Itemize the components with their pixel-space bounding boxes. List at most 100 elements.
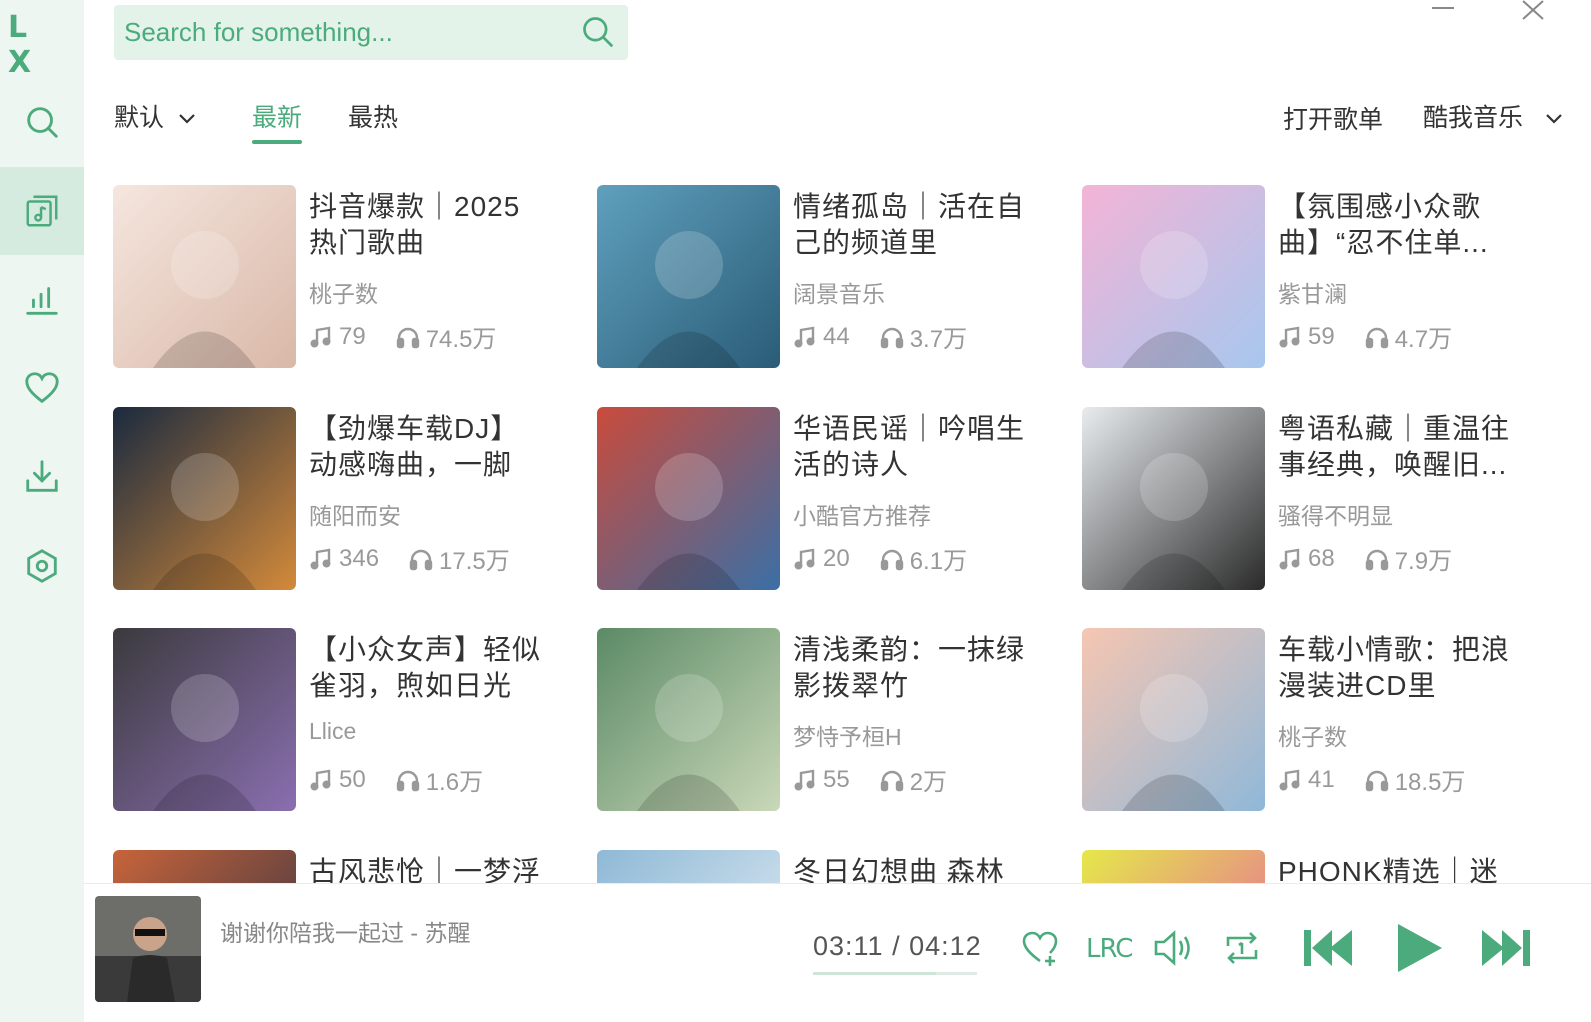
- playback-time: 03:11 / 04:12: [813, 931, 982, 961]
- sidebar-item-download[interactable]: [0, 433, 84, 521]
- playlist-card[interactable]: 冬日幻想曲 森林憧: [597, 850, 1057, 883]
- headphones-icon: [1365, 770, 1388, 791]
- playlist-card[interactable]: 车载小情歌：把浪漫装进CD里 桃子数 41 18.5万: [1082, 628, 1542, 812]
- tab-latest[interactable]: 最新: [252, 98, 303, 144]
- playlist-cover[interactable]: [113, 850, 296, 883]
- search-icon[interactable]: [580, 14, 616, 50]
- headphones-icon: [1365, 549, 1388, 570]
- playlist-card[interactable]: 情绪孤岛｜活在自己的频道里阔景音乐 44 3.7万: [597, 185, 1057, 369]
- progress-bar[interactable]: [813, 972, 977, 975]
- music-note-icon: [310, 326, 331, 347]
- play-count: 4.7万: [1394, 326, 1453, 353]
- playlist-card[interactable]: 古风悲怆｜一梦浮: [113, 850, 573, 883]
- playlist-title: 清浅柔韵：一抹绿影拨翠竹: [793, 634, 1026, 701]
- app-logo: L X: [8, 10, 42, 80]
- playlist-card[interactable]: 抖音爆款｜2025热门歌曲 桃子数 79 74.5万: [113, 185, 573, 369]
- playlist-cover[interactable]: [597, 407, 780, 590]
- play-count: 7.9万: [1394, 548, 1453, 575]
- search-input[interactable]: [124, 17, 564, 48]
- source-dropdown[interactable]: 酷我音乐: [1423, 98, 1564, 134]
- heart-add-icon[interactable]: [1020, 928, 1060, 968]
- music-note-icon: [310, 769, 331, 790]
- song-count: 44: [823, 322, 850, 350]
- playlist-cover[interactable]: [113, 628, 296, 811]
- close-icon[interactable]: [1514, 0, 1554, 30]
- playlist-stats: 346 17.5万: [309, 541, 540, 578]
- playlist-stats: 20 6.1万: [793, 541, 997, 578]
- next-icon[interactable]: [1478, 924, 1534, 972]
- playlist-card[interactable]: 【小众女声】轻似雀羽，煦如日光 Llice 50 1.6万: [113, 628, 573, 812]
- repeat-one-icon[interactable]: [1222, 928, 1262, 968]
- playlist-cover[interactable]: [1082, 407, 1265, 590]
- headphones-icon: [880, 770, 903, 791]
- sidebar-item-search[interactable]: [0, 78, 84, 166]
- playlist-stats: 59 4.7万: [1278, 319, 1482, 356]
- playlist-card[interactable]: 清浅柔韵：一抹绿影拨翠竹 梦恃予桓H 55 2万: [597, 628, 1057, 812]
- lyrics-toggle[interactable]: LRC: [1086, 934, 1133, 964]
- prev-icon[interactable]: [1300, 924, 1356, 972]
- tab-hot[interactable]: 最热: [348, 98, 398, 134]
- playlist-card[interactable]: 粤语私藏｜重温往事经典，唤醒旧... 骚得不明显 68 7.9万: [1082, 407, 1542, 591]
- music-note-icon: [1279, 326, 1300, 347]
- playlist-card[interactable]: PHONK精选｜迷: [1082, 850, 1542, 883]
- play-icon[interactable]: [1392, 920, 1448, 976]
- play-count: 18.5万: [1394, 769, 1466, 796]
- playlist-title: 华语民谣｜吟唱生活的诗人: [793, 413, 1026, 480]
- search-bar: [114, 5, 628, 60]
- playlist-title: 古风悲怆｜一梦浮: [309, 856, 542, 883]
- chevron-down-icon: [179, 114, 195, 124]
- now-playing-cover[interactable]: [95, 896, 201, 1002]
- playlist-author: 小酷官方推荐: [793, 503, 931, 529]
- playlist-author: Llice: [309, 718, 357, 744]
- source-label: 酷我音乐: [1423, 104, 1524, 132]
- settings-hexagon-icon: [27, 549, 57, 583]
- open-playlist-button[interactable]: 打开歌单: [1283, 100, 1383, 136]
- headphones-icon: [1365, 327, 1388, 348]
- playlist-cover[interactable]: [597, 185, 780, 368]
- playlist-title: 冬日幻想曲 森林憧: [793, 856, 1005, 883]
- headphones-icon: [880, 327, 903, 348]
- headphones-icon: [396, 327, 419, 348]
- playlist-cover[interactable]: [1082, 850, 1265, 883]
- playlist-stats: 44 3.7万: [793, 319, 997, 356]
- progress-fill: [813, 972, 936, 975]
- sort-dropdown[interactable]: 默认: [114, 98, 197, 134]
- playlist-cover[interactable]: [597, 628, 780, 811]
- download-icon: [26, 460, 58, 492]
- playlist-title: PHONK精选｜迷: [1278, 856, 1499, 883]
- playlist-card[interactable]: 【氛围感小众歌曲】“忍不住单... 紫甘澜 59 4.7万: [1082, 185, 1542, 369]
- playlist-stats: 68 7.9万: [1278, 541, 1482, 578]
- song-count: 346: [339, 544, 380, 572]
- playlist-title: 【小众女声】轻似雀羽，煦如日光: [309, 634, 542, 701]
- play-count: 17.5万: [439, 548, 510, 575]
- playlist-author: 阔景音乐: [793, 281, 885, 307]
- music-note-icon: [794, 548, 815, 569]
- playlist-author: 骚得不明显: [1278, 503, 1393, 529]
- playlist-card[interactable]: 【劲爆车载DJ】动感嗨曲，一脚踩... 随阳而安 346 17.5万: [113, 407, 573, 591]
- playlist-title: 情绪孤岛｜活在自己的频道里: [793, 191, 1026, 258]
- playlist-cover[interactable]: [1082, 185, 1265, 368]
- playlist-cover[interactable]: [597, 850, 780, 883]
- sidebar-item-settings[interactable]: [0, 522, 84, 610]
- sidebar-item-favorites[interactable]: [0, 344, 84, 432]
- song-count: 55: [823, 765, 850, 793]
- heart-icon: [25, 372, 59, 404]
- sidebar-item-songlist[interactable]: [0, 167, 84, 255]
- headphones-icon: [409, 549, 433, 570]
- minimize-icon[interactable]: [1424, 0, 1464, 30]
- playlist-title: 粤语私藏｜重温往事经典，唤醒旧...: [1278, 413, 1511, 480]
- playlist-card[interactable]: 华语民谣｜吟唱生活的诗人小酷官方推荐 20 6.1万: [597, 407, 1057, 591]
- volume-icon[interactable]: [1152, 928, 1196, 968]
- playlist-cover[interactable]: [1082, 628, 1265, 811]
- playlist-author: 梦恃予桓H: [793, 724, 902, 750]
- sidebar-item-leaderboard[interactable]: [0, 256, 84, 344]
- playlist-stats: 50 1.6万: [309, 762, 513, 799]
- playlist-cover[interactable]: [113, 407, 296, 590]
- song-count: 68: [1308, 544, 1335, 572]
- music-note-icon: [1279, 548, 1300, 569]
- headphones-icon: [396, 770, 419, 791]
- playlist-stats: 41 18.5万: [1278, 762, 1495, 799]
- playlist-cover[interactable]: [113, 185, 296, 368]
- song-count: 50: [339, 765, 366, 793]
- sort-label: 默认: [114, 104, 165, 132]
